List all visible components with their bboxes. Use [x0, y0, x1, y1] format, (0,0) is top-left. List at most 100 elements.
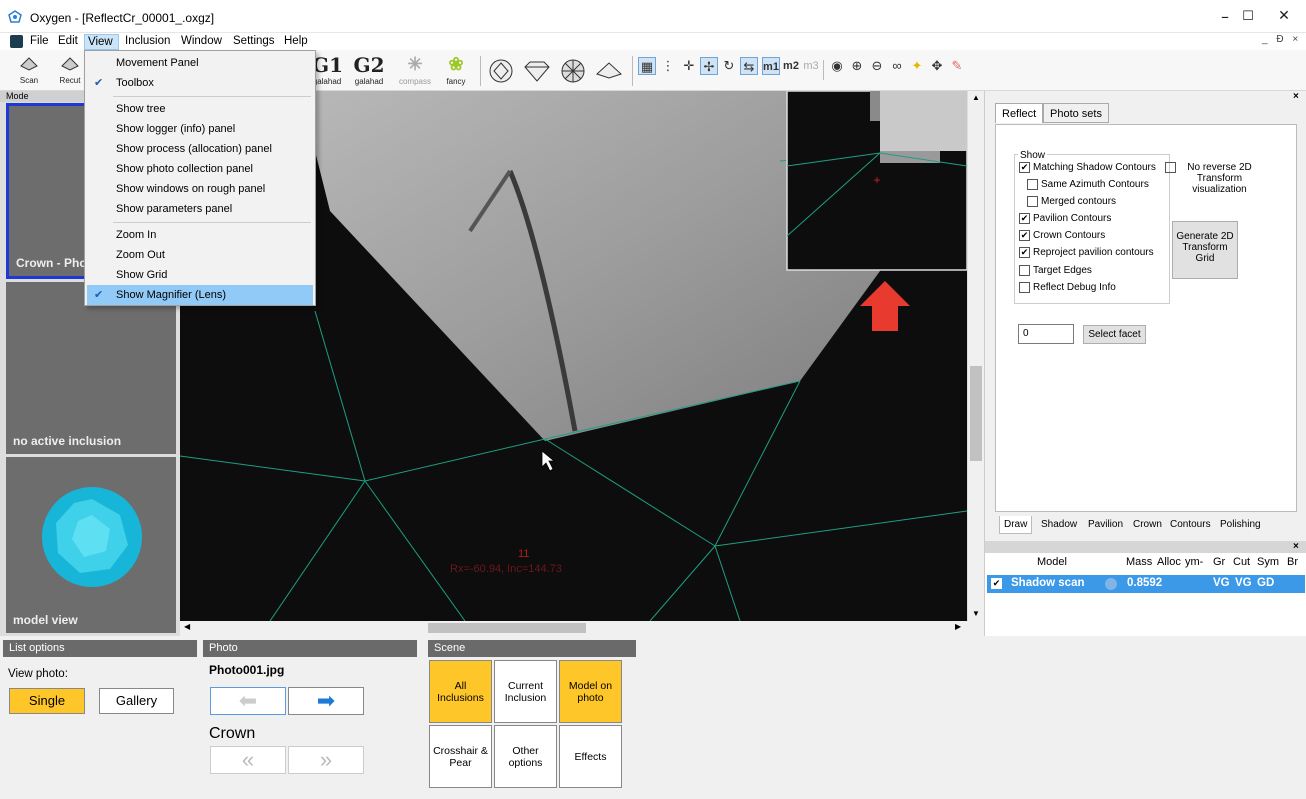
scroll-up-icon[interactable]: ▲	[972, 93, 980, 102]
m2-button[interactable]: m2	[782, 57, 800, 75]
grid-view-icon[interactable]: ▦	[638, 57, 656, 75]
menu-item-show-magnifier[interactable]: ✔ Show Magnifier (Lens)	[87, 285, 313, 305]
tab-polishing[interactable]: Polishing	[1216, 516, 1265, 533]
row-checkbox[interactable]: ✔	[991, 578, 1002, 589]
checkbox-reflect-debug-info[interactable]: Reflect Debug Info	[1019, 282, 1116, 293]
menu-item-show-process[interactable]: Show process (allocation) panel	[87, 139, 313, 159]
checkbox-matching-shadow-contours[interactable]: ✔ Matching Shadow Contours	[1019, 162, 1156, 173]
checkbox-same-azimuth-contours[interactable]: Same Azimuth Contours	[1027, 179, 1149, 190]
menu-item-show-tree[interactable]: Show tree	[87, 99, 313, 119]
prev-set-button[interactable]: «	[210, 746, 286, 774]
move-axis-icon[interactable]: ✢	[700, 57, 718, 75]
scroll-thumb[interactable]	[428, 623, 586, 633]
tab-draw[interactable]: Draw	[999, 516, 1033, 534]
mode-tile-inclusion[interactable]: no active inclusion	[6, 282, 176, 454]
menu-item-show-windows-on-rough[interactable]: Show windows on rough panel	[87, 179, 313, 199]
move-icon[interactable]: ✛	[680, 57, 698, 75]
menu-settings[interactable]: Settings	[230, 34, 278, 50]
zoom-in-icon[interactable]: ⊕	[848, 57, 866, 75]
tab-photo-sets[interactable]: Photo sets	[1043, 103, 1109, 123]
menu-item-toolbox[interactable]: ✔ Toolbox	[87, 73, 313, 93]
compass-button[interactable]: ✳ compass	[396, 53, 434, 89]
close-button[interactable]: ✕	[1261, 0, 1306, 33]
menu-item-zoom-out[interactable]: Zoom Out	[87, 245, 313, 265]
prev-photo-button[interactable]: ⬅	[210, 687, 286, 715]
mdi-controls[interactable]: _ Ɖ ×	[1262, 34, 1301, 45]
other-options-button[interactable]: Other options	[494, 725, 557, 788]
all-inclusions-button[interactable]: All Inclusions	[429, 660, 492, 723]
menu-item-show-logger[interactable]: Show logger (info) panel	[87, 119, 313, 139]
model-on-photo-button[interactable]: Model on photo	[559, 660, 622, 723]
single-button[interactable]: Single	[9, 688, 85, 714]
round-diamond-top-icon[interactable]	[488, 58, 514, 84]
rotate-icon[interactable]: ↻	[720, 57, 738, 75]
tab-pavilion[interactable]: Pavilion	[1084, 516, 1127, 533]
column-br[interactable]: Br	[1287, 556, 1298, 568]
glasses-icon[interactable]: ∞	[888, 57, 906, 75]
viewport-horizontal-scrollbar[interactable]: ◀ ▶	[180, 621, 967, 635]
tab-contours[interactable]: Contours	[1166, 516, 1215, 533]
fancy-button[interactable]: ❀ fancy	[442, 53, 470, 89]
galahad-g1-button[interactable]: G1 galahad	[312, 53, 343, 89]
light-icon[interactable]: ✦	[908, 57, 926, 75]
next-photo-button[interactable]: ➡	[288, 687, 364, 715]
menu-item-zoom-in[interactable]: Zoom In	[87, 225, 313, 245]
diamond-profile-icon[interactable]	[594, 58, 624, 84]
scroll-down-icon[interactable]: ▼	[972, 609, 980, 618]
scroll-right-icon[interactable]: ▶	[955, 622, 961, 631]
facet-number-input[interactable]: 0	[1018, 324, 1074, 344]
tab-shadow[interactable]: Shadow	[1037, 516, 1081, 533]
eye-icon[interactable]: ◉	[828, 57, 846, 75]
zoom-out-icon[interactable]: ⊖	[868, 57, 886, 75]
menu-view[interactable]: View	[84, 34, 119, 50]
diamond-side-icon[interactable]	[522, 58, 552, 84]
round-diamond-bottom-icon[interactable]	[560, 58, 586, 84]
crosshair-pear-button[interactable]: Crosshair & Pear	[429, 725, 492, 788]
checkbox-no-reverse-2d[interactable]: No reverse 2D Transform visualization	[1165, 162, 1260, 195]
scroll-thumb[interactable]	[970, 366, 982, 461]
mode-tile-model-view[interactable]: model view	[6, 457, 176, 633]
column-sym-prefix[interactable]: ym-	[1185, 556, 1203, 568]
checkbox-target-edges[interactable]: Target Edges	[1019, 265, 1092, 276]
viewport-vertical-scrollbar[interactable]: ▲ ▼	[967, 91, 984, 621]
column-model[interactable]: Model	[1037, 556, 1067, 568]
sparkle-icon[interactable]: ✥	[928, 57, 946, 75]
menu-help[interactable]: Help	[281, 34, 311, 50]
tab-crown[interactable]: Crown	[1129, 516, 1166, 533]
checkbox-pavilion-contours[interactable]: ✔ Pavilion Contours	[1019, 213, 1111, 224]
scan-button[interactable]: Scan	[14, 53, 44, 89]
menu-item-movement-panel[interactable]: Movement Panel	[87, 53, 313, 73]
effects-button[interactable]: Effects	[559, 725, 622, 788]
menu-inclusion[interactable]: Inclusion	[122, 34, 173, 50]
vertical-bar-icon[interactable]: ⋮	[659, 57, 677, 75]
column-sym[interactable]: Sym	[1257, 556, 1279, 568]
m3-button[interactable]: m3	[802, 57, 820, 75]
gallery-button[interactable]: Gallery	[99, 688, 174, 714]
panel-close-icon[interactable]: ×	[1293, 91, 1299, 102]
menu-item-show-grid[interactable]: Show Grid	[87, 265, 313, 285]
menu-edit[interactable]: Edit	[55, 34, 81, 50]
m1-button[interactable]: m1	[762, 57, 780, 75]
menu-item-show-photo-collection[interactable]: Show photo collection panel	[87, 159, 313, 179]
tab-reflect[interactable]: Reflect	[995, 103, 1044, 123]
recut-button[interactable]: Recut	[54, 53, 86, 89]
scroll-left-icon[interactable]: ◀	[184, 622, 190, 631]
column-gr[interactable]: Gr	[1213, 556, 1225, 568]
select-facet-button[interactable]: Select facet	[1083, 325, 1146, 344]
clear-icon[interactable]: ✎	[948, 57, 966, 75]
menu-file[interactable]: File	[27, 34, 52, 50]
current-inclusion-button[interactable]: Current Inclusion	[494, 660, 557, 723]
table-row[interactable]: ✔ Shadow scan 0.8592 VG VG GD	[987, 575, 1305, 593]
column-cut[interactable]: Cut	[1233, 556, 1250, 568]
galahad-g2-button[interactable]: G2 galahad	[352, 53, 386, 89]
panel-close-icon[interactable]: ×	[1293, 541, 1299, 552]
column-mass[interactable]: Mass	[1126, 556, 1152, 568]
column-alloc[interactable]: Alloc	[1157, 556, 1181, 568]
checkbox-reproject-pavilion-contours[interactable]: ✔ Reproject pavilion contours	[1019, 247, 1154, 258]
next-set-button[interactable]: »	[288, 746, 364, 774]
menu-item-show-parameters[interactable]: Show parameters panel	[87, 199, 313, 219]
document-icon[interactable]	[10, 35, 23, 48]
checkbox-crown-contours[interactable]: ✔ Crown Contours	[1019, 230, 1105, 241]
checkbox-merged-contours[interactable]: Merged contours	[1027, 196, 1116, 207]
menu-window[interactable]: Window	[178, 34, 225, 50]
